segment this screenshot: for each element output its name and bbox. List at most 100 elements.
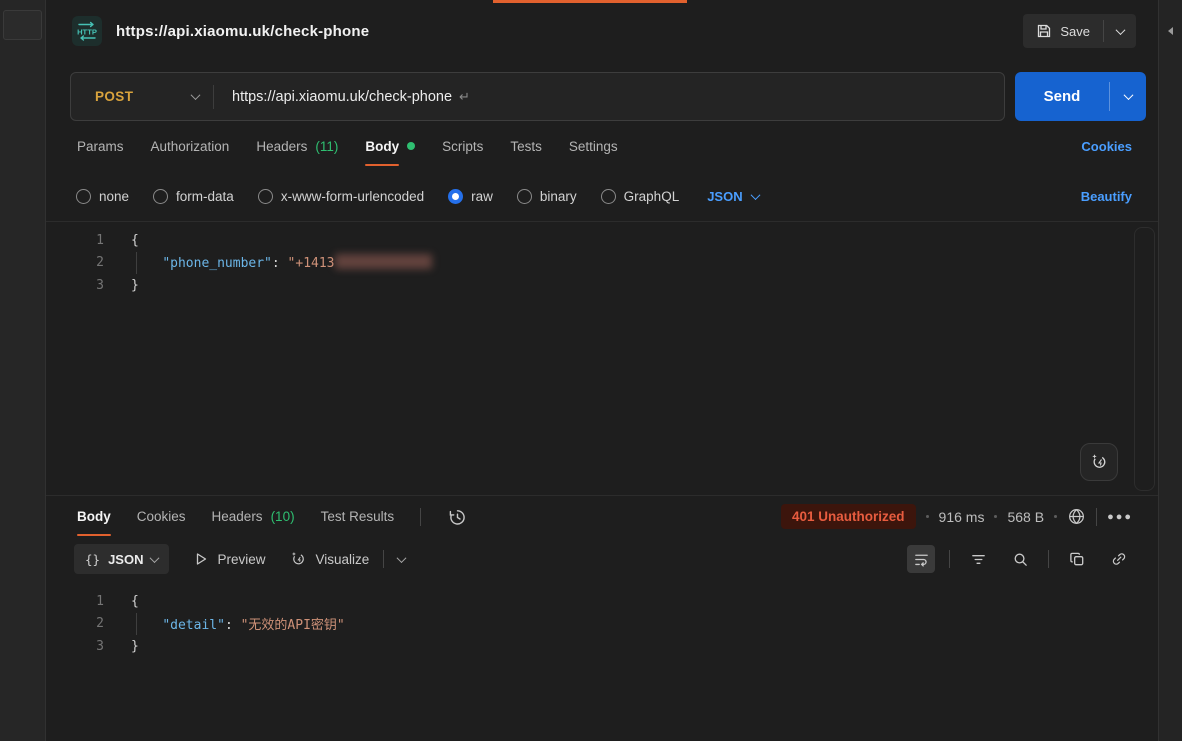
response-format-select[interactable]: {} JSON bbox=[74, 544, 169, 574]
link-button[interactable] bbox=[1105, 545, 1133, 573]
send-options-button[interactable] bbox=[1110, 72, 1146, 121]
body-type-x-www-form-urlencoded[interactable]: x-www-form-urlencoded bbox=[258, 189, 424, 204]
chevron-down-icon bbox=[1115, 25, 1125, 35]
save-button[interactable]: Save bbox=[1023, 14, 1103, 48]
language-select[interactable]: JSON bbox=[707, 189, 758, 204]
response-format-label: JSON bbox=[108, 552, 143, 567]
radio-label: GraphQL bbox=[624, 189, 680, 204]
preview-button[interactable]: Preview bbox=[193, 551, 265, 567]
save-button-group: Save bbox=[1023, 14, 1136, 48]
separator-dot bbox=[1054, 515, 1057, 518]
url-value: https://api.xiaomu.uk/check-phone bbox=[232, 89, 452, 105]
wrap-text-button[interactable] bbox=[907, 545, 935, 573]
response-body-viewer[interactable]: 1{2 "detail": "无效的API密钥"3} bbox=[46, 581, 1158, 741]
response-code: 1{2 "detail": "无效的API密钥"3} bbox=[46, 590, 1158, 658]
tab-label: Cookies bbox=[137, 503, 186, 530]
redacted-value bbox=[335, 254, 432, 269]
save-options-button[interactable] bbox=[1104, 14, 1136, 48]
tab-label: Params bbox=[77, 133, 124, 160]
response-tabs-list: Body Cookies Headers (10) Test Results bbox=[77, 503, 394, 530]
tab-count-badge: (10) bbox=[271, 509, 295, 524]
method-label: POST bbox=[95, 89, 133, 104]
url-input[interactable]: https://api.xiaomu.uk/check-phone↵ bbox=[214, 89, 470, 105]
more-options-button[interactable]: ●●● bbox=[1107, 511, 1133, 523]
token-punct: } bbox=[131, 278, 139, 293]
request-tab-scripts[interactable]: Scripts bbox=[442, 133, 483, 160]
sidebar-collapsed-panel[interactable] bbox=[3, 10, 42, 40]
response-tabs-row: Body Cookies Headers (10) Test Results 401 U… bbox=[46, 495, 1158, 537]
right-rail bbox=[1158, 0, 1182, 741]
response-meta: 401 Unauthorized 916 ms 568 B ●●● bbox=[781, 504, 1133, 529]
radio-icon bbox=[601, 189, 616, 204]
copy-button[interactable] bbox=[1063, 545, 1091, 573]
body-type-graphql[interactable]: GraphQL bbox=[601, 189, 680, 204]
collapse-panel-arrow-icon[interactable] bbox=[1168, 27, 1173, 35]
editor-scrollbar[interactable] bbox=[1134, 227, 1155, 491]
radio-icon bbox=[258, 189, 273, 204]
request-code: 1{2 "phone_number": "+14133} bbox=[46, 229, 1158, 297]
tab-label: Settings bbox=[569, 133, 618, 160]
response-tab-cookies[interactable]: Cookies bbox=[137, 503, 186, 530]
code-content: { bbox=[131, 233, 139, 248]
code-line-3: 3} bbox=[46, 274, 1158, 297]
body-type-binary[interactable]: binary bbox=[517, 189, 577, 204]
tab-label: Authorization bbox=[151, 133, 230, 160]
send-button[interactable]: Send bbox=[1015, 72, 1109, 121]
token-string: "+1413 bbox=[288, 256, 335, 271]
response-tab-test-results[interactable]: Test Results bbox=[321, 503, 395, 530]
radio-icon bbox=[448, 189, 463, 204]
request-tab-settings[interactable]: Settings bbox=[569, 133, 618, 160]
search-button[interactable] bbox=[1006, 545, 1034, 573]
token-key: "phone_number" bbox=[162, 256, 272, 271]
visualize-button[interactable]: Visualize bbox=[289, 550, 369, 568]
radio-label: raw bbox=[471, 189, 493, 204]
left-sidebar bbox=[0, 0, 46, 741]
response-history-button[interactable] bbox=[447, 507, 467, 527]
code-line-2: 2 "detail": "无效的API密钥" bbox=[46, 613, 1158, 636]
tab-label: Test Results bbox=[321, 503, 395, 530]
request-tab-params[interactable]: Params bbox=[77, 133, 124, 160]
indent-guide bbox=[136, 613, 137, 636]
radio-icon bbox=[76, 189, 91, 204]
tabs-divider bbox=[420, 508, 421, 526]
chevron-down-icon bbox=[191, 90, 201, 100]
request-tab-authorization[interactable]: Authorization bbox=[151, 133, 230, 160]
unsaved-changes-dot-icon bbox=[407, 142, 415, 150]
code-content: "phone_number": "+1413 bbox=[131, 254, 432, 271]
token-key: "detail" bbox=[162, 618, 225, 633]
body-type-raw[interactable]: raw bbox=[448, 189, 493, 204]
request-tab-tests[interactable]: Tests bbox=[510, 133, 542, 160]
request-tabs: Params Authorization Headers(11) Body Script… bbox=[46, 121, 1158, 171]
code-line-1: 1{ bbox=[46, 229, 1158, 252]
chevron-down-icon[interactable] bbox=[397, 553, 407, 563]
response-tab-headers[interactable]: Headers (10) bbox=[212, 503, 295, 530]
body-type-options: none form-data x-www-form-urlencoded raw bin… bbox=[76, 189, 679, 204]
line-number: 1 bbox=[46, 594, 104, 609]
filter-button[interactable] bbox=[964, 545, 992, 573]
postbot-button[interactable] bbox=[1080, 443, 1118, 481]
token-punct: : bbox=[225, 618, 241, 633]
response-size[interactable]: 568 B bbox=[1007, 509, 1044, 525]
code-content: { bbox=[131, 594, 139, 609]
request-body-editor[interactable]: 1{2 "phone_number": "+14133} bbox=[46, 221, 1158, 495]
request-tabs-list: Params Authorization Headers(11) Body Script… bbox=[77, 133, 618, 160]
code-content: "detail": "无效的API密钥" bbox=[131, 614, 345, 633]
response-tab-body[interactable]: Body bbox=[77, 503, 111, 530]
method-select[interactable]: POST bbox=[71, 89, 213, 104]
status-badge[interactable]: 401 Unauthorized bbox=[781, 504, 916, 529]
request-tab-headers[interactable]: Headers(11) bbox=[256, 133, 338, 160]
toolbar-divider bbox=[383, 550, 384, 568]
save-button-label: Save bbox=[1060, 24, 1090, 39]
request-tab-body[interactable]: Body bbox=[365, 133, 415, 160]
cookies-link[interactable]: Cookies bbox=[1081, 139, 1132, 154]
response-time[interactable]: 916 ms bbox=[939, 509, 985, 525]
beautify-link[interactable]: Beautify bbox=[1081, 189, 1132, 204]
tab-label: Headers bbox=[212, 503, 263, 530]
code-content: } bbox=[131, 278, 139, 293]
body-type-form-data[interactable]: form-data bbox=[153, 189, 234, 204]
body-type-none[interactable]: none bbox=[76, 189, 129, 204]
token-punct: { bbox=[131, 233, 139, 248]
active-request-tab-indicator bbox=[493, 0, 687, 3]
toolbar-divider bbox=[1048, 550, 1049, 568]
network-globe-icon[interactable] bbox=[1067, 507, 1086, 526]
